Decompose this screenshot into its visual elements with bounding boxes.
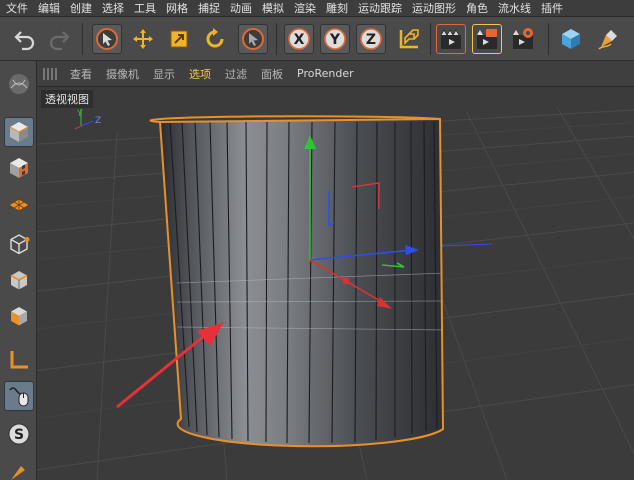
- coordinate-system-icon: [399, 29, 419, 49]
- menu-plugins[interactable]: 插件: [536, 0, 568, 17]
- menu-snap[interactable]: 捕捉: [193, 0, 225, 17]
- make-editable-button[interactable]: [4, 69, 34, 99]
- texture-mode-button[interactable]: [4, 153, 34, 183]
- rotate-icon: [206, 28, 224, 48]
- brush-icon: [11, 466, 25, 480]
- cylinder-object[interactable]: [160, 119, 443, 447]
- enable-axis-button[interactable]: [4, 345, 34, 375]
- make-editable-icon: [9, 74, 29, 94]
- model-mode-button[interactable]: [4, 117, 34, 147]
- viewport-menu-options[interactable]: 选项: [182, 66, 218, 82]
- viewport-scene: Y Z: [37, 106, 634, 480]
- add-cube-button[interactable]: [556, 24, 586, 54]
- undo-button[interactable]: [10, 24, 40, 54]
- viewport-menu-cameras[interactable]: 摄像机: [99, 66, 146, 82]
- render-settings-icon: [513, 28, 533, 49]
- menu-motion-tracking[interactable]: 运动跟踪: [353, 0, 407, 17]
- model-mode-icon: [9, 122, 29, 142]
- render-view-icon: [440, 29, 461, 49]
- viewport-menubar: 查看 摄像机 显示 选项 过滤 面板 ProRender: [37, 61, 634, 87]
- main-toolbar: X Y Z: [0, 17, 634, 61]
- viewport-menu-view[interactable]: 查看: [63, 66, 99, 82]
- y-axis-lock-icon: Y: [324, 28, 346, 50]
- viewport-menu-display[interactable]: 显示: [146, 66, 182, 82]
- menu-edit[interactable]: 编辑: [33, 0, 65, 17]
- drag-grip-icon[interactable]: [43, 67, 57, 80]
- z-axis-lock-icon: Z: [360, 28, 382, 50]
- scale-tool-button[interactable]: [164, 24, 194, 54]
- menu-file[interactable]: 文件: [0, 0, 33, 17]
- menu-character[interactable]: 角色: [461, 0, 493, 17]
- select-pointer-icon: [96, 28, 118, 50]
- svg-text:Z: Z: [366, 32, 376, 48]
- tweak-mode-button[interactable]: [4, 381, 34, 411]
- svg-text:S: S: [14, 427, 24, 443]
- menu-simulate[interactable]: 模拟: [257, 0, 289, 17]
- workplane-icon: [8, 198, 30, 212]
- last-tool-icon: [242, 28, 264, 50]
- menu-tools[interactable]: 工具: [129, 0, 161, 17]
- toolbar-separator: [276, 23, 277, 55]
- brush-tool-button[interactable]: [4, 457, 34, 480]
- workplane-button[interactable]: [4, 189, 34, 219]
- orientation-gizmo: Y Z: [74, 109, 101, 130]
- menu-mograph[interactable]: 运动图形: [407, 0, 461, 17]
- toolbar-separator: [430, 23, 431, 55]
- render-to-picture-viewer-icon: [477, 29, 497, 49]
- viewport-menu-filter[interactable]: 过滤: [218, 66, 254, 82]
- viewport-menu-prorender[interactable]: ProRender: [290, 67, 361, 80]
- edges-mode-button[interactable]: [4, 265, 34, 295]
- y-axis-lock-button[interactable]: Y: [320, 24, 350, 54]
- snap-button[interactable]: S: [4, 419, 34, 449]
- menu-render[interactable]: 渲染: [289, 0, 321, 17]
- render-settings-button[interactable]: [508, 24, 538, 54]
- edges-mode-icon: [10, 271, 28, 290]
- menu-animate[interactable]: 动画: [225, 0, 257, 17]
- menu-pipeline[interactable]: 流水线: [493, 0, 536, 17]
- points-mode-icon: [10, 234, 30, 255]
- z-axis-lock-button[interactable]: Z: [356, 24, 386, 54]
- polygons-mode-icon: [11, 307, 27, 326]
- svg-text:Y: Y: [329, 32, 341, 48]
- texture-mode-icon: [10, 158, 28, 178]
- pen-tool-button[interactable]: [594, 24, 624, 54]
- scale-icon: [170, 30, 188, 48]
- cube-icon: [562, 29, 580, 49]
- move-tool-button[interactable]: [128, 24, 158, 54]
- tweak-icon: [9, 387, 29, 407]
- rotate-tool-button[interactable]: [200, 24, 230, 54]
- mode-sidebar: S: [0, 61, 37, 480]
- polygons-mode-button[interactable]: [4, 301, 34, 331]
- menu-select[interactable]: 选择: [97, 0, 129, 17]
- undo-icon: [14, 31, 35, 51]
- last-tool-button[interactable]: [238, 24, 268, 54]
- menu-sculpt[interactable]: 雕刻: [321, 0, 353, 17]
- redo-icon: [49, 31, 70, 51]
- snap-icon: S: [8, 423, 30, 445]
- svg-text:Z: Z: [95, 116, 101, 126]
- render-view-button[interactable]: [436, 24, 466, 54]
- menu-mesh[interactable]: 网格: [161, 0, 193, 17]
- viewport-menu-panel[interactable]: 面板: [254, 66, 290, 82]
- svg-text:Y: Y: [76, 109, 83, 119]
- render-to-picture-viewer-button[interactable]: [472, 24, 502, 54]
- redo-button[interactable]: [44, 24, 74, 54]
- viewport-title: 透视视图: [41, 90, 93, 108]
- points-mode-button[interactable]: [4, 229, 34, 259]
- x-axis-lock-button[interactable]: X: [284, 24, 314, 54]
- select-tool-button[interactable]: [92, 24, 122, 54]
- move-icon: [133, 29, 153, 49]
- toolbar-separator: [548, 23, 549, 55]
- x-axis-lock-icon: X: [288, 28, 310, 50]
- main-menubar: 文件 编辑 创建 选择 工具 网格 捕捉 动画 模拟 渲染 雕刻 运动跟踪 运动…: [0, 0, 634, 17]
- enable-axis-icon: [10, 351, 28, 369]
- pen-icon: [598, 30, 617, 50]
- toolbar-separator: [82, 23, 83, 55]
- perspective-viewport[interactable]: Y Z 透视视图: [37, 87, 634, 480]
- svg-text:X: X: [294, 32, 305, 48]
- menu-create[interactable]: 创建: [65, 0, 97, 17]
- coordinate-system-button[interactable]: [394, 24, 424, 54]
